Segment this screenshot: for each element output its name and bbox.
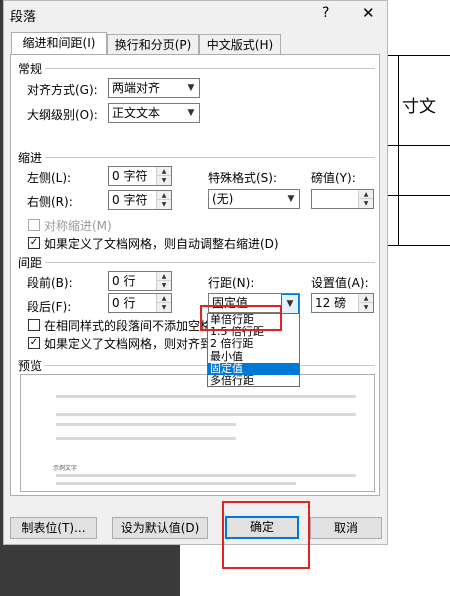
spacing-divider — [45, 262, 375, 263]
line-spacing-option-double[interactable]: 2 倍行距 — [208, 338, 299, 350]
tab-line-page-breaks[interactable]: 换行和分页(P) — [107, 34, 199, 55]
spacing-heading: 间距 — [18, 256, 43, 270]
help-button[interactable]: ? — [322, 5, 329, 21]
alignment-select[interactable]: 两端对齐 ▼ — [108, 78, 200, 98]
spin-down-icon[interactable]: ▼ — [157, 281, 171, 290]
highlight-box-single-line — [200, 305, 282, 331]
auto-adjust-right-indent-checkbox[interactable]: ✓ — [28, 237, 40, 249]
spin-down-icon[interactable]: ▼ — [157, 176, 171, 185]
spin-up-icon[interactable]: ▲ — [359, 190, 373, 199]
line-spacing-at-spinner[interactable]: 12 磅 ▲ ▼ — [311, 293, 374, 313]
indent-right-spinner[interactable]: 0 字符 ▲ ▼ — [108, 190, 172, 210]
close-icon[interactable]: ✕ — [362, 4, 375, 22]
spin-down-icon[interactable]: ▼ — [359, 303, 373, 312]
alignment-value: 两端对齐 — [112, 81, 161, 95]
special-indent-value: (无) — [212, 192, 234, 206]
spin-down-icon[interactable]: ▼ — [359, 199, 373, 208]
background-dark-strip — [0, 545, 180, 596]
spin-up-icon[interactable]: ▲ — [157, 294, 171, 303]
line-spacing-option-exactly[interactable]: 固定值 — [208, 362, 299, 375]
spacing-after-value: 0 行 — [112, 296, 136, 310]
spacing-after-label: 段后(F): — [27, 300, 72, 314]
alignment-label: 对齐方式(G): — [27, 83, 98, 97]
preview-line — [56, 437, 236, 440]
indent-left-spinner[interactable]: 0 字符 ▲ ▼ — [108, 166, 172, 186]
chevron-down-icon: ▼ — [282, 190, 299, 208]
special-indent-label: 特殊格式(S): — [208, 171, 278, 185]
cancel-button[interactable]: 取消 — [310, 517, 382, 539]
line-spacing-option-at-least[interactable]: 最小值 — [208, 351, 299, 363]
general-heading: 常规 — [18, 62, 43, 76]
preview-sample-text: 示例文字 — [53, 465, 78, 472]
snap-to-grid-label: 如果定义了文档网格，则对齐到 — [44, 337, 213, 351]
line-spacing-label: 行距(N): — [208, 276, 255, 290]
set-default-button[interactable]: 设为默认值(D) — [112, 517, 208, 539]
mirror-indents-checkbox[interactable] — [28, 219, 40, 231]
background-doc-text: 寸文 — [402, 97, 436, 117]
highlight-box-ok — [222, 501, 310, 569]
indent-left-label: 左侧(L): — [27, 171, 72, 185]
spin-up-icon[interactable]: ▲ — [157, 167, 171, 176]
indent-left-value: 0 字符 — [112, 169, 148, 183]
preview-pane: 示例文字 — [20, 374, 375, 492]
dialog-title: 段落 — [10, 10, 37, 25]
outline-level-value: 正文文本 — [112, 106, 161, 120]
no-space-same-style-checkbox[interactable] — [28, 319, 40, 331]
line-spacing-option-multiple[interactable]: 多倍行距 — [208, 375, 299, 387]
spin-up-icon[interactable]: ▲ — [359, 294, 373, 303]
outline-level-label: 大纲级别(O): — [27, 108, 98, 122]
tab-indent-spacing[interactable]: 缩进和间距(I) — [11, 32, 107, 56]
spacing-before-spinner[interactable]: 0 行 ▲ ▼ — [108, 271, 172, 291]
special-indent-select[interactable]: (无) ▼ — [208, 189, 300, 209]
indent-right-label: 右侧(R): — [27, 195, 73, 209]
spacing-before-label: 段前(B): — [27, 276, 73, 290]
snap-to-grid-checkbox[interactable]: ✓ — [28, 337, 40, 349]
tabs-button[interactable]: 制表位(T)... — [10, 517, 97, 539]
outline-level-select[interactable]: 正文文本 ▼ — [108, 103, 200, 123]
indent-right-value: 0 字符 — [112, 193, 148, 207]
line-spacing-at-value: 12 磅 — [315, 296, 347, 310]
tab-asian-typography[interactable]: 中文版式(H) — [199, 34, 281, 55]
general-divider — [45, 68, 375, 69]
no-space-same-style-label: 在相同样式的段落间不添加空格 — [44, 319, 213, 333]
preview-line — [56, 423, 236, 426]
indent-divider — [45, 157, 375, 158]
indent-by-label: 磅值(Y): — [311, 171, 356, 185]
preview-line — [56, 395, 356, 398]
chevron-down-icon: ▼ — [182, 104, 199, 122]
preview-heading: 预览 — [18, 359, 43, 373]
spin-down-icon[interactable]: ▼ — [157, 200, 171, 209]
spacing-after-spinner[interactable]: 0 行 ▲ ▼ — [108, 293, 172, 313]
chevron-down-icon: ▼ — [281, 294, 299, 314]
auto-adjust-right-indent-label: 如果定义了文档网格，则自动调整右缩进(D) — [44, 237, 279, 251]
spacing-before-value: 0 行 — [112, 274, 136, 288]
line-spacing-at-label: 设置值(A): — [311, 276, 369, 290]
indent-heading: 缩进 — [18, 151, 43, 165]
preview-line — [56, 413, 356, 416]
spin-up-icon[interactable]: ▲ — [157, 272, 171, 281]
preview-line — [56, 482, 296, 485]
spin-up-icon[interactable]: ▲ — [157, 191, 171, 200]
preview-line — [56, 474, 356, 477]
chevron-down-icon: ▼ — [182, 79, 199, 97]
indent-by-spinner[interactable]: ▲ ▼ — [311, 189, 374, 209]
mirror-indents-label: 对称缩进(M) — [44, 219, 112, 233]
spin-down-icon[interactable]: ▼ — [157, 303, 171, 312]
